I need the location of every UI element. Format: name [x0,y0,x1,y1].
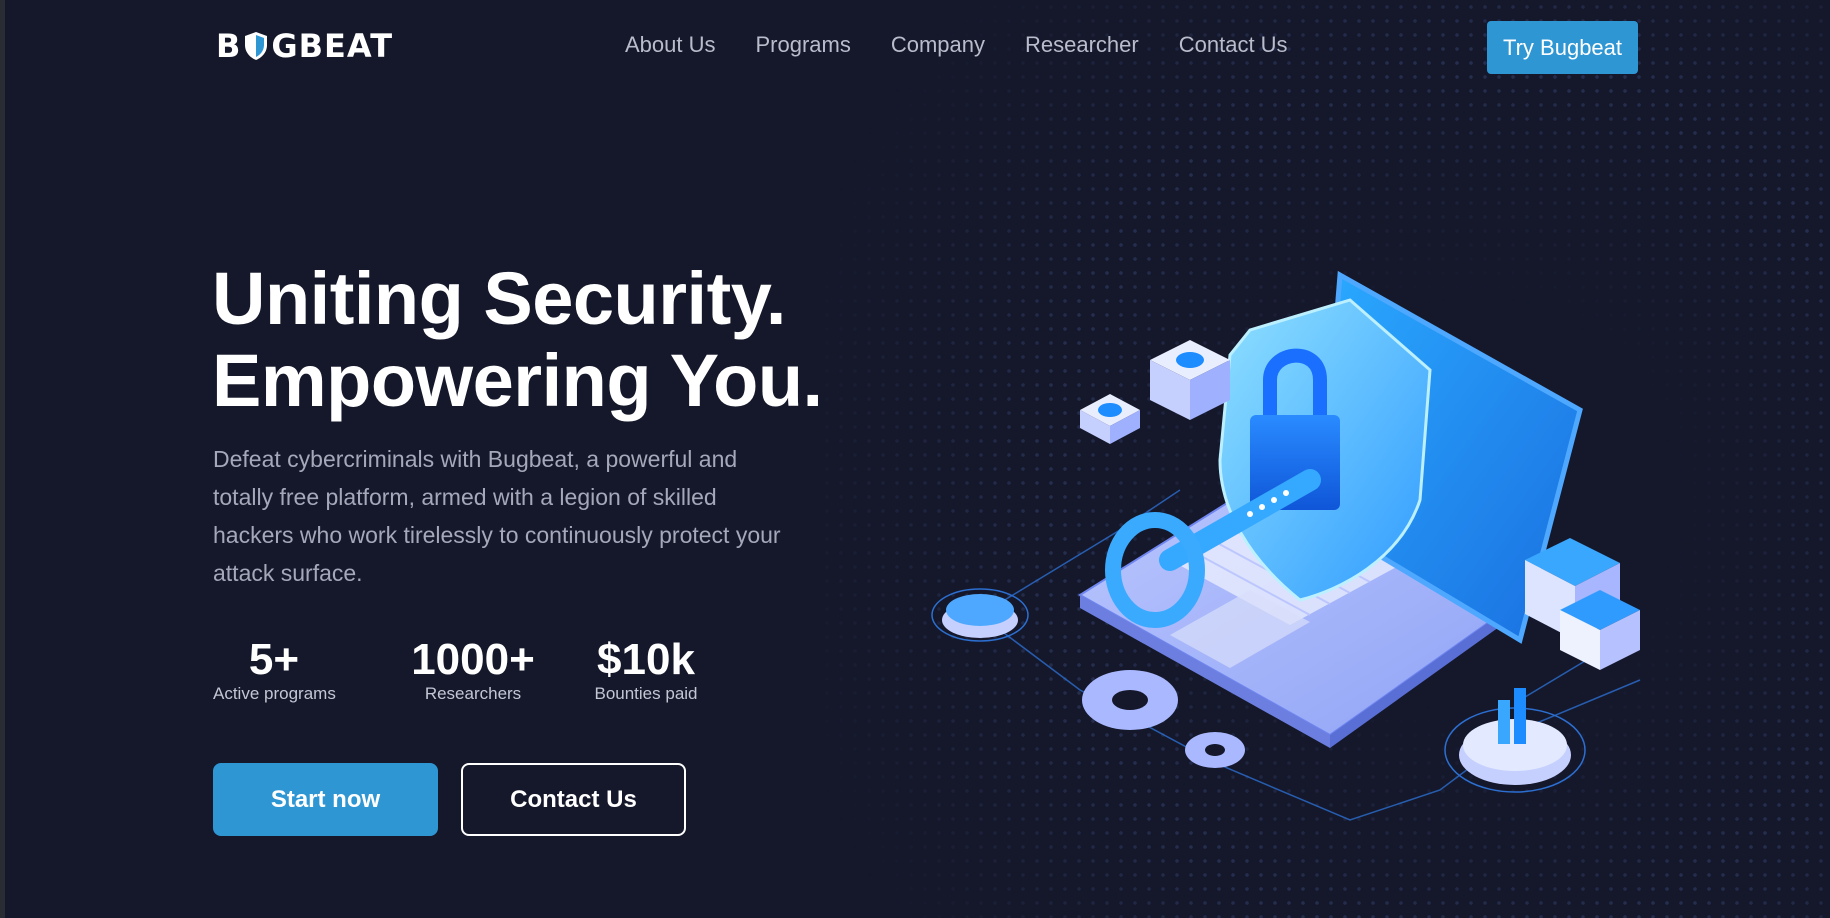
try-bugbeat-button[interactable]: Try Bugbeat [1487,21,1638,74]
stat-value: $10k [597,635,695,684]
window-edge [0,0,5,918]
nav-researcher[interactable]: Researcher [1025,32,1139,58]
stat-active-programs: 5+ Active programs [213,635,336,704]
logo-text-right: GBEAT [271,27,394,65]
stat-researchers: 1000+ Researchers [393,636,553,704]
laptop-shield-key-illustration [931,270,1641,821]
logo[interactable]: B GBEAT [216,27,394,65]
start-now-button[interactable]: Start now [213,763,438,836]
contact-us-button[interactable]: Contact Us [461,763,686,836]
gear-icon [1185,732,1245,768]
node-disc-icon [931,588,1029,642]
stat-label: Bounties paid [594,684,698,703]
hero-description: Defeat cybercriminals with Bugbeat, a po… [213,446,781,586]
main-nav: About Us Programs Company Researcher Con… [625,32,1288,58]
logo-text-left: B [216,27,242,65]
gear-icon [1082,670,1178,730]
shield-icon [245,32,268,60]
stat-label: Active programs [213,684,336,703]
hero-headline: Uniting Security. Empowering You. [212,258,823,422]
nav-about-us[interactable]: About Us [625,32,716,58]
nav-company[interactable]: Company [891,32,985,58]
nav-programs[interactable]: Programs [756,32,851,58]
nav-contact-us[interactable]: Contact Us [1179,32,1288,58]
stat-value: 1000+ [411,635,535,684]
server-stack-icon [1525,538,1640,670]
headline-line-1: Uniting Security. [212,257,786,340]
chart-disc-icon [1444,688,1586,793]
cube-icon [1150,340,1230,420]
headline-line-2: Empowering You. [212,339,823,422]
stat-bounties-paid: $10k Bounties paid [578,636,714,704]
stat-label: Researchers [424,684,522,703]
cube-icon [1080,394,1140,444]
stat-value: 5+ [248,635,300,684]
